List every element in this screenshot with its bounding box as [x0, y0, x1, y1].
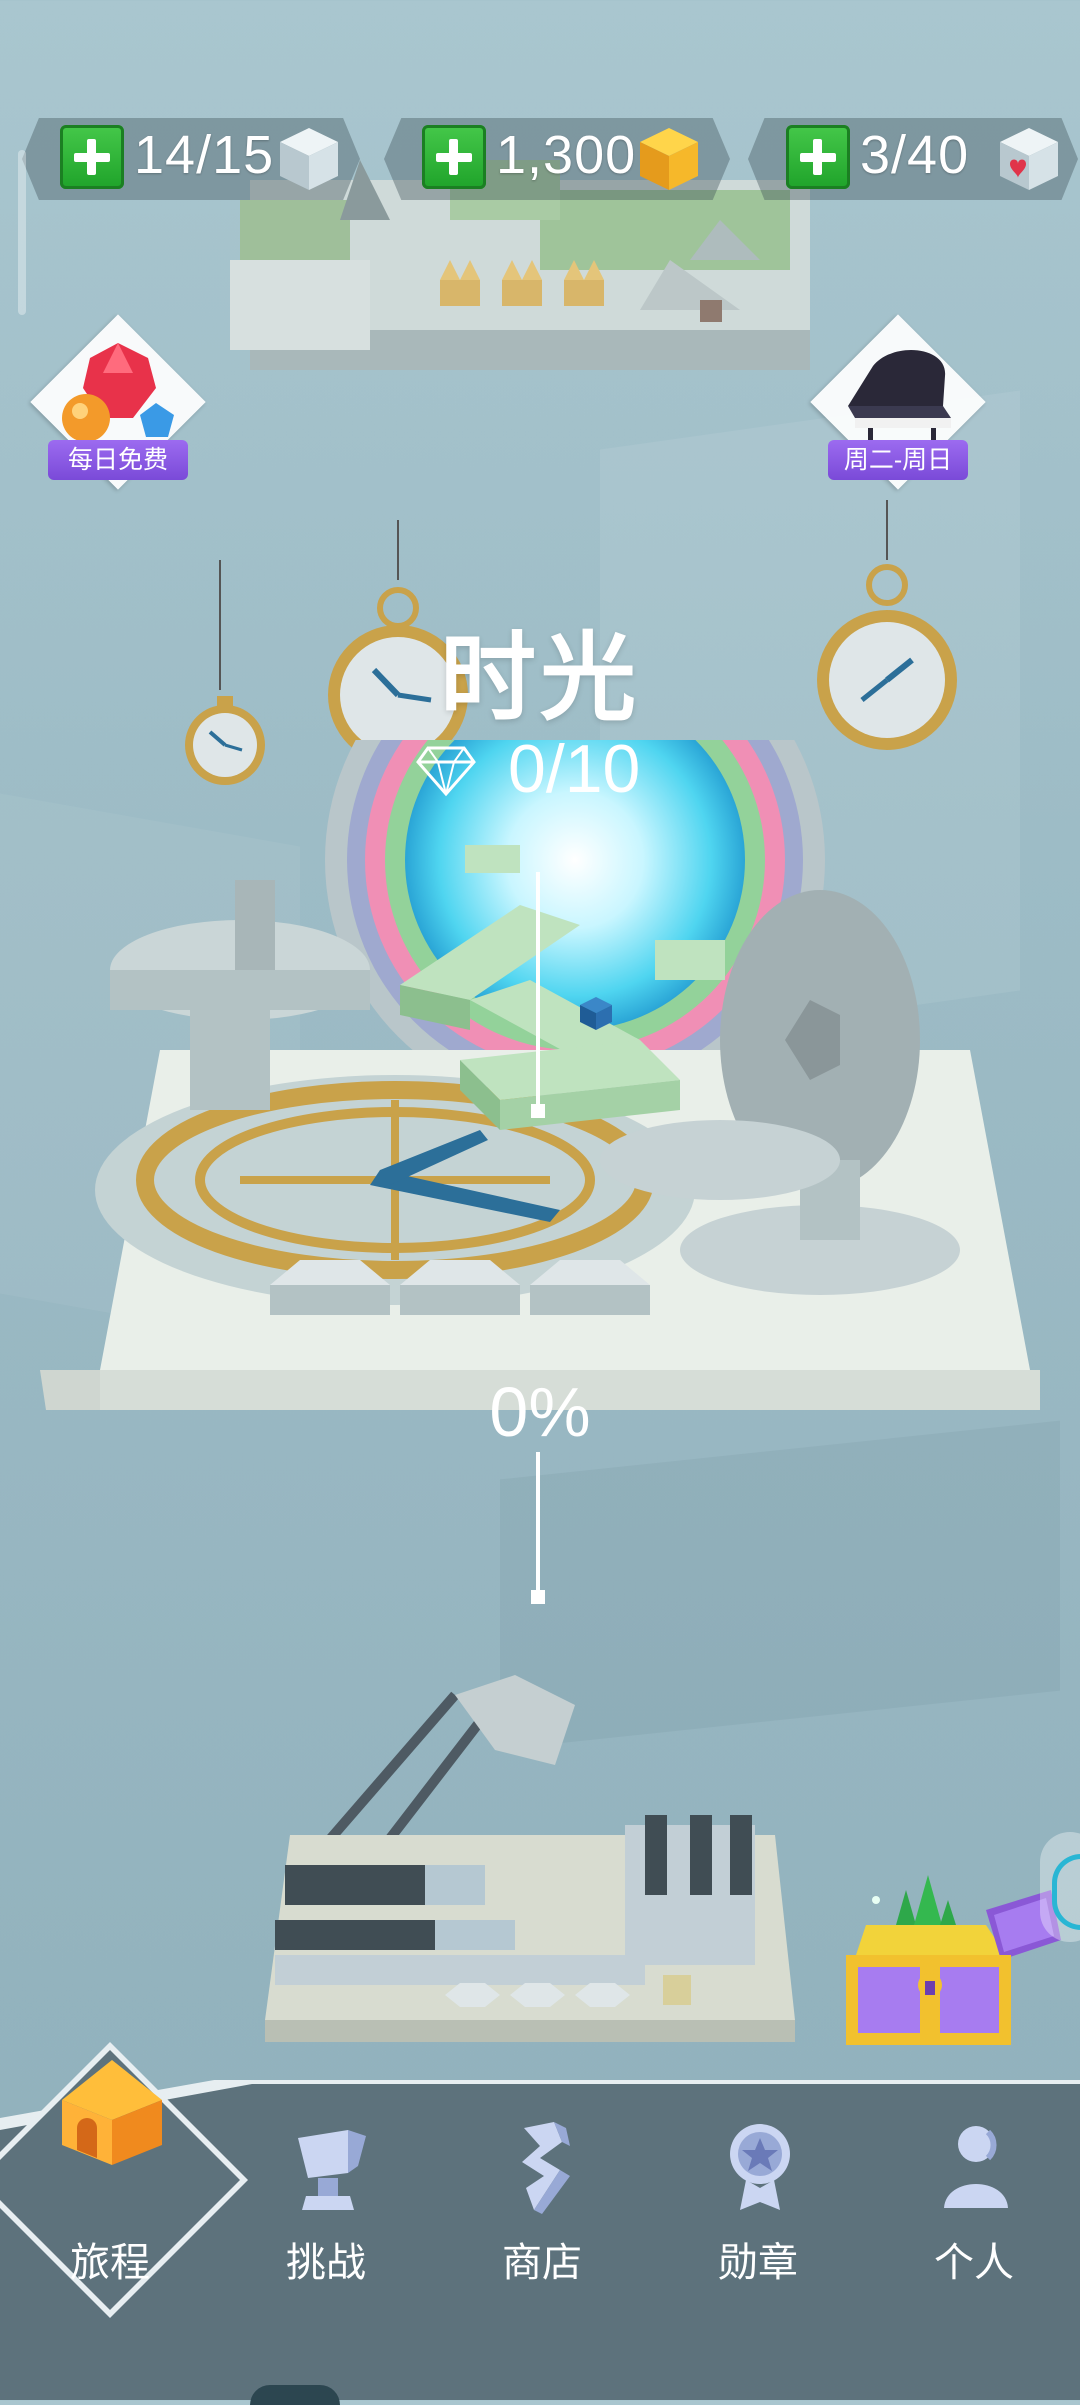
daily-free-label: 每日免费 — [48, 440, 188, 480]
hearts-value: 3/40 — [860, 125, 970, 185]
white-cube-icon — [280, 128, 338, 190]
hearts-counter[interactable]: 3/40 — [748, 118, 1078, 200]
side-edge-button[interactable] — [1040, 1832, 1080, 1942]
add-coins-button[interactable] — [422, 125, 486, 189]
tab-shop-label: 商店 — [502, 2241, 582, 2285]
daily-free-badge[interactable]: 每日免费 — [28, 314, 208, 498]
tab-challenge[interactable]: 挑战 — [218, 2080, 434, 2400]
medal-icon — [730, 2124, 790, 2210]
heart-cube-icon — [1000, 128, 1058, 190]
trophy-icon — [298, 2130, 366, 2210]
tab-shop[interactable]: 商店 — [434, 2080, 650, 2400]
tab-journey[interactable]: 旅程 — [2, 2060, 218, 2400]
energy-counter[interactable]: 14/15 — [22, 118, 360, 200]
tab-medals-label: 勋章 — [718, 2241, 798, 2285]
energy-value: 14/15 — [134, 125, 275, 185]
next-level-island[interactable] — [255, 1655, 835, 2055]
connector-node — [531, 1104, 545, 1118]
person-icon — [944, 2126, 1008, 2208]
shop-icon — [522, 2122, 570, 2214]
decor-bottom — [250, 2385, 340, 2405]
level-progress-percent: 0% — [489, 1373, 591, 1451]
gem-counter: 0/10 — [416, 730, 696, 810]
level-title: 时光 — [440, 625, 640, 732]
coins-counter[interactable]: 1,300 — [384, 118, 730, 200]
level-connector-line — [536, 872, 540, 1110]
level-connector-line — [536, 1452, 540, 1592]
gem-count: 0/10 — [508, 731, 641, 807]
tab-medals[interactable]: 勋章 — [650, 2080, 866, 2400]
tab-profile[interactable]: 个人 — [866, 2080, 1080, 2400]
weekly-event-badge[interactable]: 周二-周日 — [808, 314, 988, 498]
add-energy-button[interactable] — [60, 125, 124, 189]
add-hearts-button[interactable] — [786, 125, 850, 189]
level-island[interactable] — [40, 740, 1040, 1450]
side-scroll-indicator — [18, 150, 26, 315]
coins-value: 1,300 — [496, 125, 637, 185]
diamond-icon — [416, 746, 476, 797]
tab-profile-label: 个人 — [934, 2241, 1014, 2285]
weekly-event-label: 周二-周日 — [828, 440, 968, 480]
treasure-chest-icon[interactable] — [836, 1870, 1066, 2070]
tab-journey-label: 旅程 — [70, 2241, 150, 2285]
tab-challenge-label: 挑战 — [286, 2241, 366, 2285]
bottom-nav: 旅程 挑战 商店 勋章 个人 — [0, 2042, 1080, 2400]
connector-node — [531, 1590, 545, 1604]
piano-icon — [848, 349, 951, 442]
house-icon — [62, 2060, 162, 2165]
gold-cube-icon — [640, 128, 698, 190]
gems-icon — [62, 343, 174, 442]
